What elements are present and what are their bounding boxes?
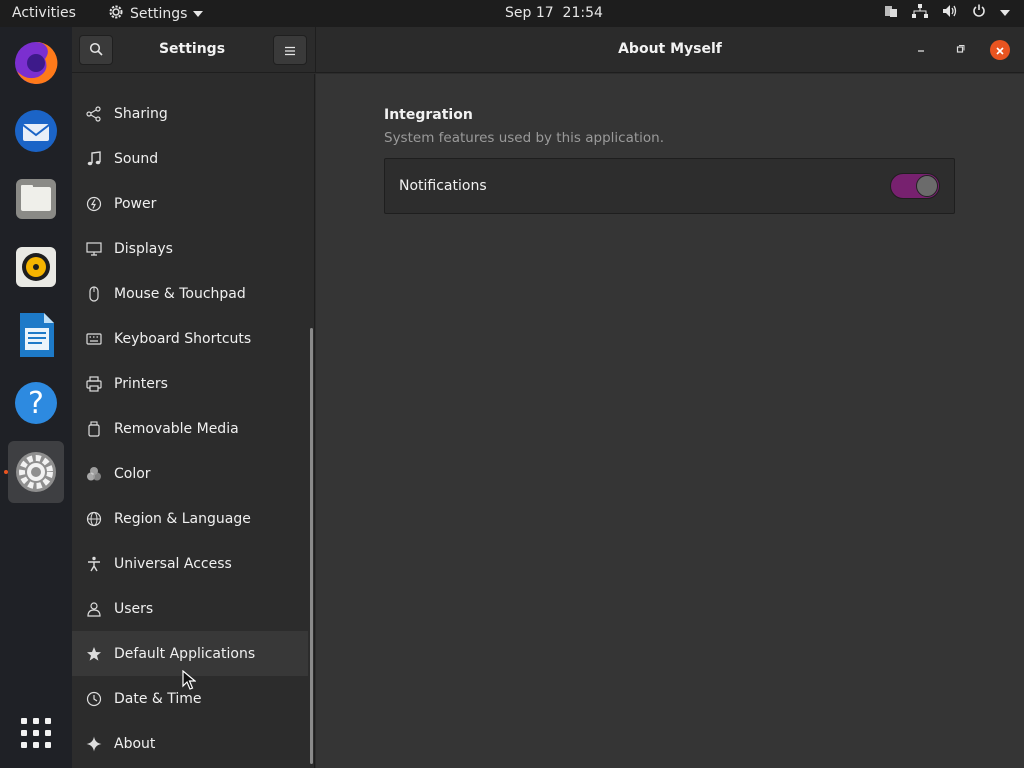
maximize-button[interactable] [950,40,970,60]
sidebar-item-label: Printers [114,375,168,392]
removable-media-icon [86,420,102,437]
mouse-icon [86,285,102,302]
sidebar-item-color[interactable]: Color [72,451,308,496]
chevron-down-icon [193,11,204,17]
display-icon [86,241,102,257]
minimize-icon [916,43,926,57]
dock: ? [0,27,72,768]
menu-button[interactable] [273,35,307,65]
gear-icon [108,4,124,24]
accessibility-icon [86,556,102,572]
notifications-label: Notifications [399,178,487,194]
sidebar-item-mouse-touchpad[interactable]: Mouse & Touchpad [72,271,308,316]
sidebar-item-label: Mouse & Touchpad [114,285,246,302]
show-apps-icon[interactable] [8,705,64,761]
app-menu[interactable]: Settings [108,4,204,24]
files-icon[interactable] [8,171,64,227]
thunderbird-icon[interactable] [8,103,64,159]
volume-icon[interactable] [942,4,958,22]
power-menu-icon[interactable] [972,4,986,22]
sidebar-item-printers[interactable]: Printers [72,361,308,406]
libreoffice-writer-icon[interactable] [8,307,64,363]
sparkle-icon [86,736,102,752]
search-button[interactable] [79,35,113,65]
toggle-knob [916,175,938,197]
sidebar-item-label: Removable Media [114,420,239,437]
rhythmbox-icon[interactable] [8,239,64,295]
window-header: Settings About Myself [72,27,1024,73]
sidebar-item-region-language[interactable]: Region & Language [72,496,308,541]
chevron-down-icon[interactable] [1000,10,1010,16]
settings-icon[interactable] [8,441,64,503]
close-button[interactable] [990,40,1010,60]
sidebar-item-label: Default Applications [114,645,256,662]
sidebar-item-label: Users [114,600,154,617]
section-subtitle: System features used by this application… [384,130,664,146]
notifications-toggle[interactable] [890,173,940,199]
sidebar-item-keyboard-shortcuts[interactable]: Keyboard Shortcuts [72,316,308,361]
help-icon[interactable]: ? [8,375,64,431]
users-icon [86,601,102,617]
clock[interactable]: Sep 17 21:54 [505,5,603,21]
clipboard-icon[interactable] [884,4,898,22]
keyboard-icon [86,331,102,347]
sidebar-item-label: Power [114,195,157,212]
top-bar: Activities Settings Sep 17 21:54 [0,0,1024,27]
content-panel: Integration System features used by this… [316,74,1024,768]
sidebar-item-label: Universal Access [114,555,232,572]
music-note-icon [86,150,102,167]
sidebar-item-power[interactable]: Power [72,181,308,226]
app-menu-label: Settings [130,6,188,22]
sidebar-scrollbar[interactable] [310,328,313,764]
sidebar-item-label: Region & Language [114,510,251,527]
svg-text:?: ? [28,386,44,421]
mouse-cursor-icon [182,669,197,694]
network-icon[interactable] [912,4,928,22]
minimize-button[interactable] [911,40,931,60]
sidebar-item-universal-access[interactable]: Universal Access [72,541,308,586]
system-tray[interactable] [884,4,1010,22]
sidebar-item-users[interactable]: Users [72,586,308,631]
activities-button[interactable]: Activities [12,5,76,21]
hamburger-icon [284,41,296,60]
star-icon [86,646,102,662]
restore-icon [955,43,965,57]
color-icon [86,466,102,482]
close-icon [995,41,1005,60]
sidebar-title: Settings [158,41,226,57]
firefox-icon[interactable] [8,35,64,91]
sidebar-item-sound[interactable]: Sound [72,136,308,181]
sidebar-item-label: Color [114,465,151,482]
clock-icon [86,691,102,707]
sidebar-item-removable-media[interactable]: Removable Media [72,406,308,451]
sidebar-item-sharing[interactable]: Sharing [72,91,308,136]
section-title: Integration [384,107,473,123]
power-icon [86,196,102,212]
sidebar-item-label: Sharing [114,105,168,122]
sidebar-item-label: Keyboard Shortcuts [114,330,252,347]
share-icon [86,105,102,122]
globe-icon [86,511,102,527]
sidebar-item-about[interactable]: About [72,721,308,766]
sidebar-item-displays[interactable]: Displays [72,226,308,271]
settings-sidebar: Sharing Sound Power Displays Mouse & Tou… [72,74,315,768]
sidebar-item-label: Displays [114,240,173,257]
printer-icon [86,375,102,392]
sidebar-item-label: About [114,735,156,752]
sidebar-item-label: Sound [114,150,159,167]
search-icon [89,41,103,60]
running-indicator [4,470,8,474]
notifications-row[interactable]: Notifications [384,158,955,214]
